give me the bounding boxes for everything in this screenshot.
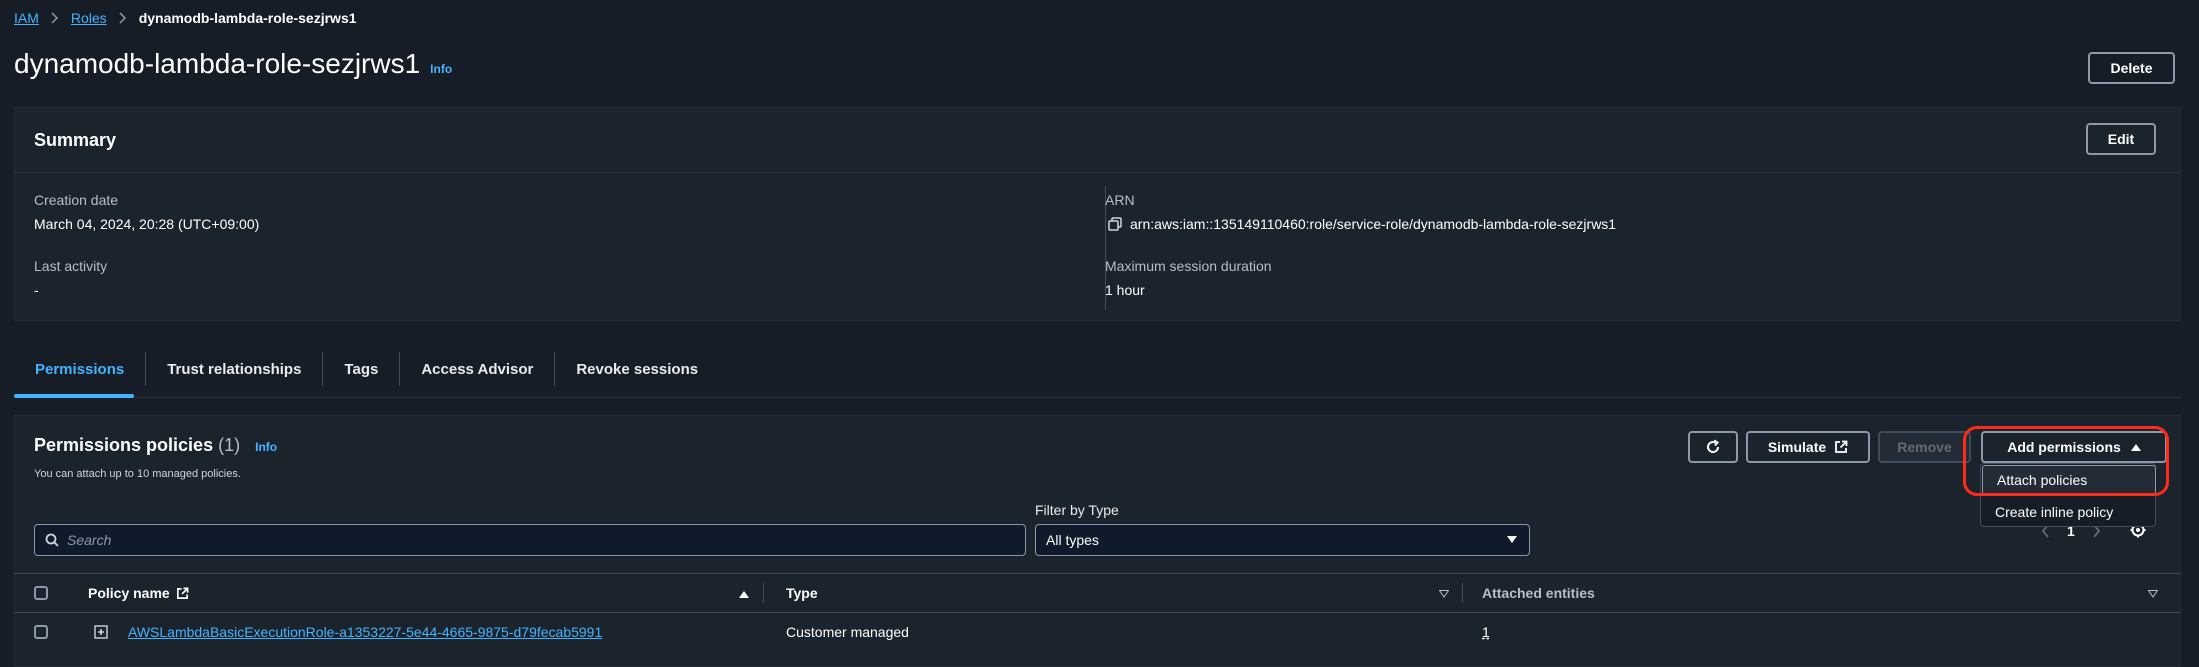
tab-trust-relationships[interactable]: Trust relationships: [146, 352, 322, 386]
breadcrumb: IAM Roles dynamodb-lambda-role-sezjrws1: [14, 8, 357, 28]
breadcrumb-iam-link[interactable]: IAM: [14, 10, 39, 26]
simulate-label: Simulate: [1767, 439, 1827, 455]
copy-icon[interactable]: [1108, 217, 1122, 231]
row-checkbox[interactable]: [34, 625, 48, 639]
tab-permissions[interactable]: Permissions: [14, 352, 145, 386]
active-tab-indicator: [14, 394, 134, 398]
sort-icon[interactable]: [1439, 590, 1449, 598]
policy-type: Customer managed: [786, 624, 909, 640]
permissions-title-text: Permissions policies: [34, 435, 214, 455]
permissions-title: Permissions policies (1) Info: [34, 435, 277, 456]
sort-ascending-icon[interactable]: [739, 590, 749, 598]
max-session-value: 1 hour: [1105, 282, 1145, 298]
chevron-right-icon: [51, 12, 59, 24]
tab-access-advisor[interactable]: Access Advisor: [400, 352, 554, 386]
policies-table-header: Policy name Type Attached entities: [15, 573, 2180, 613]
creation-date-label: Creation date: [34, 192, 119, 208]
arn-value: arn:aws:iam::135149110460:role/service-r…: [1130, 216, 1617, 232]
filter-type-value: All types: [1046, 532, 1099, 548]
breadcrumb-roles-link[interactable]: Roles: [71, 10, 107, 26]
permissions-info-link[interactable]: Info: [255, 440, 277, 454]
column-header-attached-entities[interactable]: Attached entities: [1482, 585, 1595, 601]
caret-down-icon: [1507, 536, 1517, 543]
arn-label: ARN: [1105, 192, 1135, 208]
summary-title: Summary: [34, 130, 117, 150]
highlight-annotation: [1963, 426, 2169, 496]
search-input[interactable]: [67, 532, 967, 548]
column-header-policy-name[interactable]: Policy name: [88, 585, 189, 601]
refresh-button[interactable]: [1688, 431, 1738, 463]
chevron-right-icon: [119, 12, 127, 24]
tab-revoke-sessions[interactable]: Revoke sessions: [555, 352, 719, 386]
remove-button[interactable]: Remove: [1878, 431, 1971, 463]
expand-icon[interactable]: [94, 625, 108, 639]
title-info-link[interactable]: Info: [430, 62, 452, 76]
select-all-checkbox[interactable]: [34, 586, 48, 600]
filter-by-type-label: Filter by Type: [1035, 502, 1119, 518]
permissions-count: (1): [218, 435, 241, 455]
creation-date-value: March 04, 2024, 20:28 (UTC+09:00): [34, 216, 260, 232]
breadcrumb-current: dynamodb-lambda-role-sezjrws1: [138, 10, 357, 26]
menu-item-create-inline-policy[interactable]: Create inline policy: [1981, 497, 2157, 527]
delete-button[interactable]: Delete: [2088, 52, 2175, 84]
iam-role-page: IAM Roles dynamodb-lambda-role-sezjrws1 …: [0, 0, 2199, 667]
search-icon: [45, 533, 59, 547]
tab-bar: Permissions Trust relationships Tags Acc…: [14, 352, 719, 398]
table-row: AWSLambdaBasicExecutionRole-a1353227-5e4…: [15, 613, 2180, 653]
simulate-button[interactable]: Simulate: [1746, 431, 1870, 463]
tabs-baseline: [14, 397, 2181, 398]
last-activity-value: -: [34, 282, 39, 298]
tab-tags[interactable]: Tags: [323, 352, 399, 386]
column-header-type[interactable]: Type: [786, 585, 818, 601]
external-link-icon: [1835, 440, 1848, 453]
page-header: dynamodb-lambda-role-sezjrws1 Info: [14, 48, 452, 80]
edit-button[interactable]: Edit: [2086, 123, 2156, 155]
permissions-policies-panel: Permissions policies (1) Info You can at…: [14, 415, 2181, 667]
column-divider: [763, 583, 764, 603]
refresh-icon: [1707, 439, 1720, 453]
external-link-icon: [176, 587, 189, 599]
sort-icon[interactable]: [2148, 590, 2158, 598]
policy-name-header-text: Policy name: [88, 585, 170, 601]
summary-header: Summary: [15, 108, 2180, 173]
column-divider: [1462, 583, 1463, 603]
last-activity-label: Last activity: [34, 258, 108, 274]
permissions-subtitle: You can attach up to 10 managed policies…: [34, 468, 241, 480]
attached-entities-count[interactable]: 1: [1482, 624, 1490, 640]
policy-name-link[interactable]: AWSLambdaBasicExecutionRole-a1353227-5e4…: [128, 624, 602, 640]
summary-panel: Summary Edit Creation date March 04, 202…: [14, 107, 2181, 321]
filter-type-select[interactable]: All types: [1035, 524, 1530, 556]
search-field[interactable]: [34, 524, 1026, 556]
max-session-label: Maximum session duration: [1105, 258, 1272, 274]
page-title: dynamodb-lambda-role-sezjrws1: [14, 48, 421, 79]
